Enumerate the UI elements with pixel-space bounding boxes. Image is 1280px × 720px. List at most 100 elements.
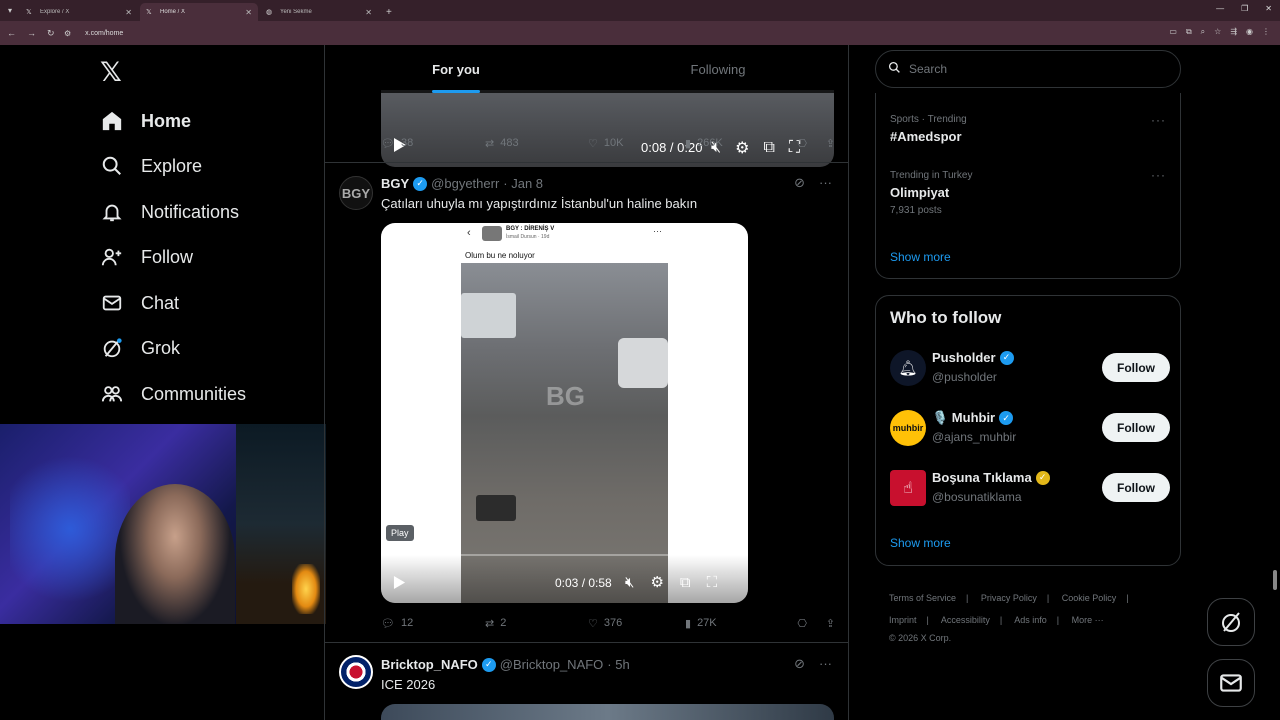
nav-item-chat[interactable]: Chat: [100, 288, 179, 318]
bookmark-icon[interactable]: ⎔: [797, 617, 807, 630]
nav-item-notifications[interactable]: Notifications: [100, 197, 239, 227]
more-icon[interactable]: ···: [819, 175, 832, 191]
views-button[interactable]: ▮ 266K: [685, 137, 781, 150]
reload-icon[interactable]: ↻: [47, 28, 55, 39]
tweet-handle[interactable]: @Bricktop_NAFO: [500, 657, 604, 672]
trend-item[interactable]: Trending in Turkey Olimpiyat 7,931 posts: [890, 170, 972, 216]
video-frame: BG: [461, 263, 668, 603]
grok-icon: [1222, 612, 1240, 632]
follow-button[interactable]: Follow: [1102, 473, 1170, 502]
cast-icon[interactable]: ▭: [1169, 27, 1177, 37]
grok-fab-button[interactable]: [1207, 598, 1255, 646]
browser-tab-home[interactable]: 𝕏 Home / X ✕: [140, 3, 258, 21]
views-button[interactable]: ▮ 27K: [685, 617, 781, 630]
bookmark-icon[interactable]: ⎔: [797, 137, 807, 150]
minimize-icon[interactable]: —: [1216, 4, 1224, 13]
verified-badge-icon: ✓: [481, 657, 496, 672]
footer-link[interactable]: Terms of Service: [889, 593, 956, 603]
scrollbar-thumb[interactable]: [1273, 570, 1277, 590]
tweet-date[interactable]: · Jan 8: [503, 176, 543, 191]
follow-button[interactable]: Follow: [1102, 413, 1170, 442]
tweet-date[interactable]: · 5h: [607, 657, 629, 672]
tab-for-you[interactable]: For you: [325, 45, 587, 93]
mute-icon[interactable]: 🔇︎: [625, 574, 634, 591]
play-icon[interactable]: [393, 575, 406, 590]
reply-button[interactable]: 💬︎ 12: [381, 617, 485, 630]
more-icon[interactable]: ···: [1151, 113, 1166, 127]
reply-button[interactable]: 💬︎ 38: [381, 137, 485, 150]
avatar[interactable]: BGY: [339, 176, 373, 210]
avatar[interactable]: [339, 655, 373, 689]
page-scrollbar[interactable]: [1272, 50, 1278, 715]
footer-link[interactable]: Ads info: [1014, 615, 1047, 625]
new-tab-icon[interactable]: +: [386, 3, 392, 21]
more-icon[interactable]: ···: [819, 656, 832, 672]
close-tab-icon[interactable]: ✕: [125, 8, 132, 17]
webcam-overlay: [0, 424, 326, 624]
tab-search-icon[interactable]: ▾: [0, 0, 20, 21]
footer-link[interactable]: Accessibility: [941, 615, 990, 625]
close-tab-icon[interactable]: ✕: [365, 8, 372, 17]
messages-fab-button[interactable]: [1207, 659, 1255, 707]
nav-label: Follow: [141, 246, 194, 267]
tweet-video[interactable]: 0:08 / 0:20 🔇︎ ⚙ ⧉ ⛶: [381, 90, 834, 167]
like-button[interactable]: ♡ 376: [588, 617, 685, 630]
fullscreen-icon[interactable]: ⛶: [707, 574, 718, 591]
settings-icon[interactable]: ⚙: [650, 573, 663, 591]
pip-icon[interactable]: ⧉: [680, 574, 691, 591]
show-more-link[interactable]: Show more: [890, 250, 951, 264]
nav-item-follow[interactable]: Follow: [100, 242, 193, 272]
footer-link[interactable]: Imprint: [889, 615, 917, 625]
like-button[interactable]: ♡ 10K: [588, 137, 685, 150]
footer-link[interactable]: Cookie Policy: [1062, 593, 1117, 603]
heart-icon: ♡: [588, 137, 598, 150]
profile-icon[interactable]: ◉: [1246, 27, 1253, 37]
nav-item-communities[interactable]: Communities: [100, 379, 246, 409]
footer-link[interactable]: More ···: [1072, 615, 1104, 625]
x-logo-icon[interactable]: 𝕏: [100, 57, 122, 88]
footer-link[interactable]: Privacy Policy: [981, 593, 1037, 603]
tweet-video[interactable]: ‹ BGY : DİRENİŞ V İsmail Dursun · 19d ··…: [381, 223, 748, 603]
tweet-author[interactable]: BGY: [381, 176, 409, 191]
nav-item-grok[interactable]: Grok: [100, 333, 180, 363]
grok-icon[interactable]: ⊘: [794, 175, 805, 191]
follow-suggestion[interactable]: muhbir 🎙️ Muhbir ✓ @ajans_muhbir Follow: [890, 408, 1170, 448]
nav-item-explore[interactable]: Explore: [100, 151, 202, 181]
tweet-video[interactable]: [381, 704, 834, 720]
translate-icon[interactable]: ⧉: [1186, 27, 1192, 37]
video-progress[interactable]: [389, 554, 739, 556]
zoom-icon[interactable]: ⌕: [1201, 27, 1205, 37]
extensions-icon[interactable]: ⇶: [1230, 27, 1237, 37]
close-tab-icon[interactable]: ✕: [245, 8, 252, 17]
trend-posts: 7,931 posts: [890, 205, 942, 216]
x-favicon-icon: 𝕏: [26, 9, 32, 16]
nav-item-home[interactable]: Home: [100, 106, 191, 136]
follow-button[interactable]: Follow: [1102, 353, 1170, 382]
show-more-link[interactable]: Show more: [890, 536, 951, 550]
follow-suggestion[interactable]: ☝︎ Boşuna Tıklama ✓ @bosunatiklama Follow: [890, 468, 1170, 508]
browser-tab-new[interactable]: ◍ Yeni Sekme ✕: [260, 3, 378, 21]
trend-meta: Sports · Trending: [890, 114, 967, 125]
site-info-icon[interactable]: ⚙: [64, 29, 71, 38]
tweet-author[interactable]: Bricktop_NAFO: [381, 657, 478, 672]
back-icon[interactable]: ←: [7, 28, 16, 39]
bookmark-star-icon[interactable]: ☆: [1214, 27, 1221, 37]
forward-icon[interactable]: →: [27, 28, 36, 39]
share-icon[interactable]: ⇪: [826, 617, 835, 630]
tweet-text: ICE 2026: [381, 677, 436, 692]
search-input[interactable]: Search: [875, 50, 1181, 88]
follow-suggestion[interactable]: 🔔︎ Pusholder ✓ @pusholder Follow: [890, 348, 1170, 388]
repost-button[interactable]: ⇄ 483: [485, 137, 588, 150]
close-window-icon[interactable]: ✕: [1265, 4, 1272, 13]
more-icon[interactable]: ···: [1151, 168, 1166, 182]
url-field[interactable]: x.com/home: [85, 30, 123, 37]
repost-button[interactable]: ⇄ 2: [485, 617, 588, 630]
share-icon[interactable]: ⇪: [826, 137, 835, 150]
trend-item[interactable]: Sports · Trending #Amedspor: [890, 114, 967, 144]
tab-following[interactable]: Following: [587, 45, 848, 93]
grok-icon[interactable]: ⊘: [794, 656, 805, 672]
menu-icon[interactable]: ⋮: [1262, 27, 1270, 37]
tweet-handle[interactable]: @bgyetherr: [431, 176, 499, 191]
browser-tab-explore[interactable]: 𝕏 Explore / X ✕: [20, 3, 138, 21]
restore-icon[interactable]: ❐: [1241, 4, 1248, 13]
